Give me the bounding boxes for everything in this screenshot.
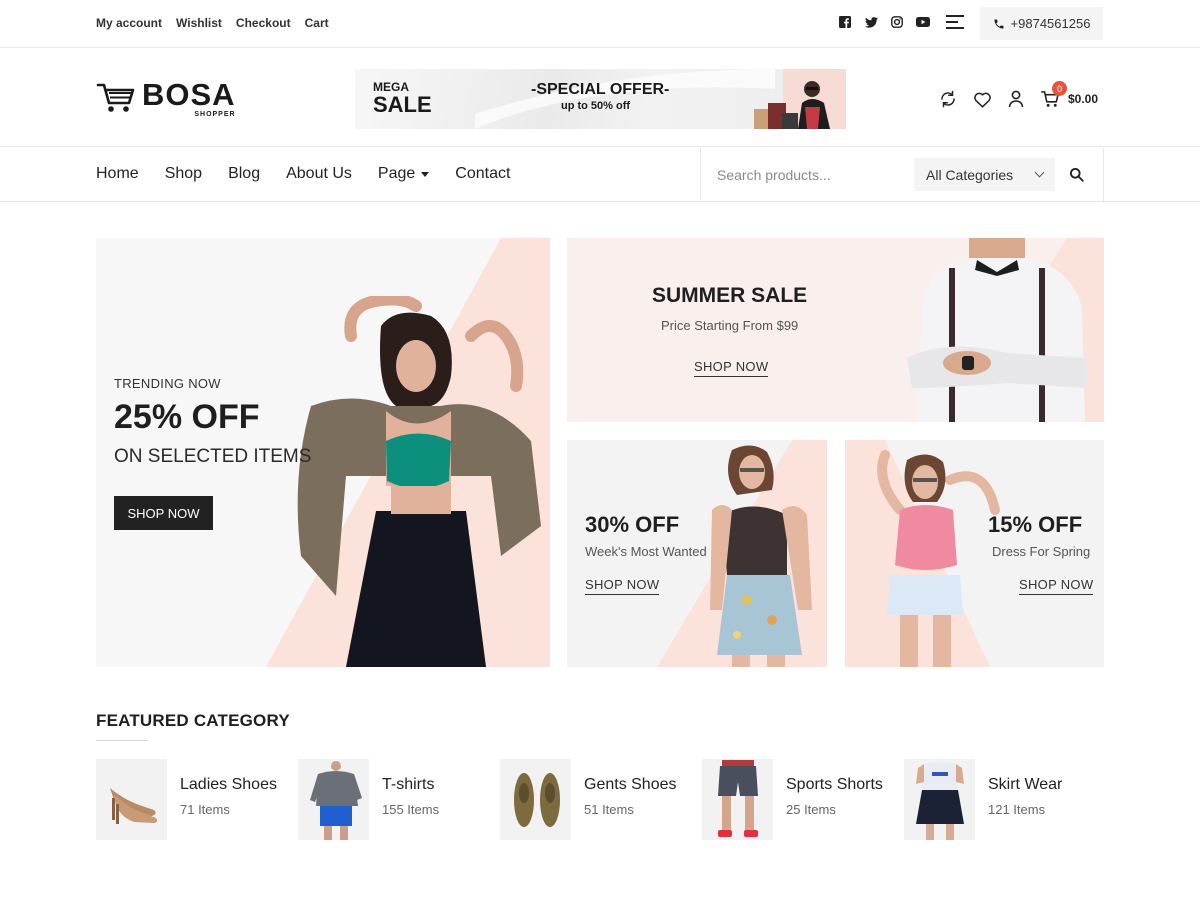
product-search: All Categories [700,148,1104,202]
category-skirt-wear[interactable]: Skirt Wear 121 Items [904,759,1106,841]
banner-subtitle: ON SELECTED ITEMS [114,446,312,467]
category-name: Gents Shoes [584,776,677,793]
nav-blog[interactable]: Blog [228,165,260,183]
gents-shoes-image [500,759,571,840]
hero-banner-summer-sale: SUMMER SALE Price Starting From $99 SHOP… [567,238,1104,422]
category-count: 51 Items [584,802,634,817]
logo-text: BOSA [142,77,236,112]
woman-model-image [877,450,1000,667]
category-count: 155 Items [382,802,440,817]
hero-banner-week-wanted: 30% OFF Week's Most Wanted SHOP NOW [567,440,827,667]
category-count: 71 Items [180,802,230,817]
cart-icon[interactable]: 0 [1040,81,1067,109]
nav-page-dropdown[interactable]: Page [377,165,430,183]
woman-model-image [710,445,812,667]
social-links [838,15,964,29]
category-gents-shoes[interactable]: Gents Shoes 51 Items [500,759,702,841]
shop-now-link[interactable]: SHOP NOW [694,359,769,377]
nav-menu: Home Shop Blog About Us Page Contact [96,165,510,183]
banner-subtitle: Dress For Spring [992,544,1091,559]
t-shirts-image [298,759,369,840]
featured-category-title: FEATURED CATEGORY [96,711,290,730]
wishlist-heart-icon[interactable] [972,89,992,109]
wishlist-link[interactable]: Wishlist [176,16,222,30]
hero-banner-trending: TRENDING NOW 25% OFF ON SELECTED ITEMS S… [96,238,550,667]
category-count: 25 Items [786,802,836,817]
banner-eyebrow: TRENDING NOW [114,376,221,391]
checkout-link[interactable]: Checkout [236,16,291,30]
banner-title: 15% OFF [988,512,1083,537]
category-selected: All Categories [926,166,1014,183]
cart-link[interactable]: Cart [305,16,329,30]
category-list: Ladies Shoes 71 Items T-shirts 155 Items… [96,759,1106,841]
site-header: BOSA SHOPPER MEGA SALE -SPECIAL OFFER- u… [0,49,1200,147]
cart-count-badge: 0 [1052,81,1067,96]
skirt-wear-image [904,759,975,840]
category-count: 121 Items [988,802,1046,817]
promo-offer: -SPECIAL OFFER- [531,81,670,98]
banner-title: SUMMER SALE [652,284,808,307]
cart-total[interactable]: $0.00 [1068,92,1098,106]
shop-now-button[interactable]: SHOP NOW [114,496,213,530]
caret-down-icon [421,171,430,177]
category-name: T-shirts [382,776,435,793]
facebook-icon[interactable] [838,15,852,29]
user-account-icon[interactable] [1006,89,1026,109]
shopping-cart-logo-icon [96,83,135,112]
promo-model-image [754,81,830,129]
nav-about-us[interactable]: About Us [286,165,352,183]
category-select[interactable]: All Categories [914,158,1055,191]
account-links: My account Wishlist Checkout Cart [96,16,329,30]
shop-now-link[interactable]: SHOP NOW [585,577,660,595]
search-icon [1069,167,1084,182]
category-t-shirts[interactable]: T-shirts 155 Items [298,759,500,841]
title-underline [96,740,148,741]
phone-contact[interactable]: +9874561256 [980,7,1103,40]
banner-title: 25% OFF [114,398,260,436]
chevron-down-icon [1034,167,1045,178]
youtube-icon[interactable] [916,15,930,29]
my-account-link[interactable]: My account [96,16,162,30]
logo[interactable]: BOSA SHOPPER [96,79,236,118]
promo-swoosh [475,69,775,129]
twitter-icon[interactable] [864,15,878,29]
woman-model-image [297,296,541,667]
header-actions: 0 $0.00 [938,81,1098,109]
category-ladies-shoes[interactable]: Ladies Shoes 71 Items [96,759,298,841]
compare-icon[interactable] [938,89,958,109]
banner-subtitle: Price Starting From $99 [661,318,799,333]
nav-home[interactable]: Home [96,165,139,183]
logo-tagline: SHOPPER [194,111,236,118]
top-bar: My account Wishlist Checkout Cart +98745… [0,0,1200,48]
phone-icon [994,19,1004,28]
ladies-shoes-image [96,759,167,840]
nav-page-label: Page [377,165,416,182]
man-model-image [907,238,1087,422]
hamburger-menu-icon[interactable] [946,15,964,29]
instagram-icon[interactable] [890,15,904,29]
category-sports-shorts[interactable]: Sports Shorts 25 Items [702,759,904,841]
promo-discount: up to 50% off [561,100,631,112]
sports-shorts-image [702,759,773,840]
search-button[interactable] [1069,167,1085,183]
category-name: Ladies Shoes [180,776,277,793]
phone-number: +9874561256 [1010,16,1091,31]
main-nav: Home Shop Blog About Us Page Contact All… [0,148,1200,202]
promo-sale: SALE [373,92,432,117]
category-name: Sports Shorts [786,776,883,793]
search-input[interactable] [717,160,897,190]
shop-now-link[interactable]: SHOP NOW [1019,577,1094,595]
banner-subtitle: Week's Most Wanted [585,544,707,559]
nav-shop[interactable]: Shop [165,165,202,183]
promo-banner[interactable]: MEGA SALE -SPECIAL OFFER- up to 50% off [355,69,846,129]
hero-banner-spring: 15% OFF Dress For Spring SHOP NOW [845,440,1104,667]
banner-title: 30% OFF [585,512,680,537]
nav-contact[interactable]: Contact [455,165,510,183]
category-name: Skirt Wear [988,776,1063,793]
